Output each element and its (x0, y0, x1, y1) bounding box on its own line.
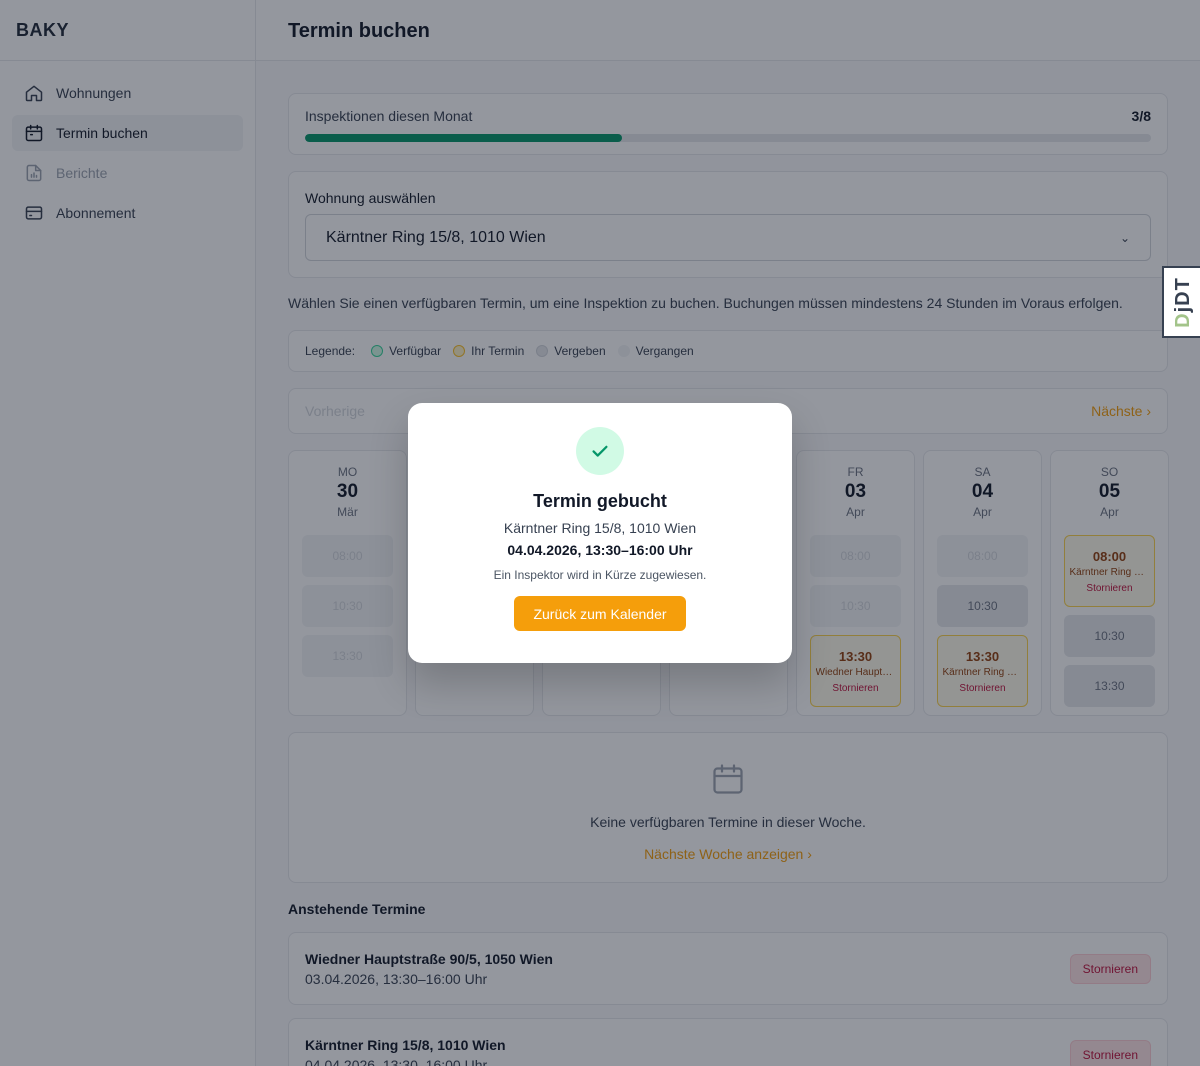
debug-toolbar-label: DjDT (1172, 277, 1195, 328)
modal-address: Kärntner Ring 15/8, 1010 Wien (503, 520, 697, 536)
checkmark-icon (592, 445, 608, 457)
success-badge (576, 427, 624, 475)
modal-time: 04.04.2026, 13:30–16:00 Uhr (507, 542, 693, 558)
modal-note: Ein Inspektor wird in Kürze zugewiesen. (493, 568, 707, 582)
modal-title: Termin gebucht (533, 491, 667, 511)
back-to-calendar-button[interactable]: Zurück zum Kalender (514, 596, 686, 631)
booking-confirmation-modal: Termin gebucht Kärntner Ring 15/8, 1010 … (408, 403, 792, 663)
debug-toolbar-handle[interactable]: DjDT (1162, 266, 1200, 338)
debug-toolbar-label-d: D (1171, 311, 1194, 328)
debug-toolbar-label-jdt: jDT (1171, 276, 1194, 312)
